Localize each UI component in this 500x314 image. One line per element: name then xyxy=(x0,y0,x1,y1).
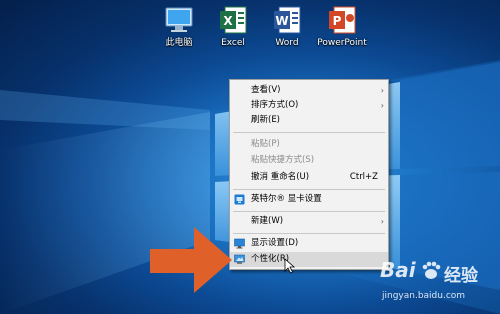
submenu-arrow-icon: › xyxy=(380,101,384,110)
menu-separator xyxy=(233,189,385,190)
desktop-icon-excel[interactable]: X Excel xyxy=(202,4,264,49)
desktop-icon-this-pc[interactable]: 此电脑 xyxy=(148,4,210,49)
desktop-icon-word[interactable]: W Word xyxy=(256,4,318,49)
computer-icon xyxy=(165,7,193,32)
intel-graphics-icon xyxy=(234,194,245,205)
desktop-icon-label: 此电脑 xyxy=(165,38,193,48)
watermark-url: jingyan.baidu.com xyxy=(382,291,466,301)
menu-item-label: 粘贴快捷方式(S) xyxy=(251,155,315,165)
excel-icon: X xyxy=(220,6,247,34)
word-icon: W xyxy=(274,6,301,34)
menu-separator xyxy=(233,211,385,212)
menu-item-label: 撤消 重命名(U) xyxy=(251,172,310,182)
menu-item-label: 查看(V) xyxy=(251,85,281,95)
submenu-arrow-icon: › xyxy=(380,86,384,95)
svg-text:X: X xyxy=(223,14,233,28)
menu-item-undo-rename[interactable]: 撤消 重命名(U) Ctrl+Z xyxy=(230,170,388,185)
menu-item-shortcut: Ctrl+Z xyxy=(349,172,378,182)
baidu-jingyan-watermark: Bai 经验 jingyan.baidu.com xyxy=(360,256,500,314)
desktop-icon-label: Excel xyxy=(221,38,245,48)
annotation-arrow-icon xyxy=(150,227,232,293)
powerpoint-icon: P xyxy=(329,6,356,34)
menu-item-sort-by[interactable]: 排序方式(O) › xyxy=(230,98,388,113)
menu-separator xyxy=(233,233,385,234)
menu-item-refresh[interactable]: 刷新(E) xyxy=(230,113,388,128)
menu-item-view[interactable]: 查看(V) › xyxy=(230,83,388,98)
menu-item-display-settings[interactable]: 显示设置(D) xyxy=(230,236,388,251)
paw-icon xyxy=(422,261,441,279)
display-icon xyxy=(234,238,245,249)
menu-item-intel-graphics[interactable]: 英特尔® 显卡设置 xyxy=(230,192,388,207)
desktop-icon-powerpoint[interactable]: P PowerPoint xyxy=(311,4,373,49)
svg-text:W: W xyxy=(275,14,288,28)
menu-item-label: 粘贴(P) xyxy=(251,139,280,149)
menu-item-label: 英特尔® 显卡设置 xyxy=(251,194,322,204)
menu-separator xyxy=(233,132,385,133)
desktop-icon-label: Word xyxy=(275,38,299,48)
personalize-icon xyxy=(234,254,245,264)
menu-item-label: 显示设置(D) xyxy=(251,238,299,248)
submenu-arrow-icon: › xyxy=(380,217,384,226)
menu-item-new[interactable]: 新建(W) › xyxy=(230,214,388,229)
watermark-suffix: 经验 xyxy=(444,266,478,286)
menu-item-paste: 粘贴(P) xyxy=(230,137,388,152)
menu-item-label: 排序方式(O) xyxy=(251,100,299,110)
watermark-brand: Bai xyxy=(380,258,416,282)
svg-text:P: P xyxy=(333,14,342,28)
menu-item-paste-shortcut: 粘贴快捷方式(S) xyxy=(230,153,388,168)
mouse-cursor-icon xyxy=(284,258,296,274)
desktop: 此电脑 X Excel W Word P PowerPoint 查看(V) › … xyxy=(0,0,500,314)
desktop-context-menu: 查看(V) › 排序方式(O) › 刷新(E) 粘贴(P) 粘贴快捷方式(S) … xyxy=(229,79,389,270)
menu-item-label: 新建(W) xyxy=(251,216,284,226)
menu-item-label: 刷新(E) xyxy=(251,115,281,125)
desktop-icon-label: PowerPoint xyxy=(317,38,367,48)
